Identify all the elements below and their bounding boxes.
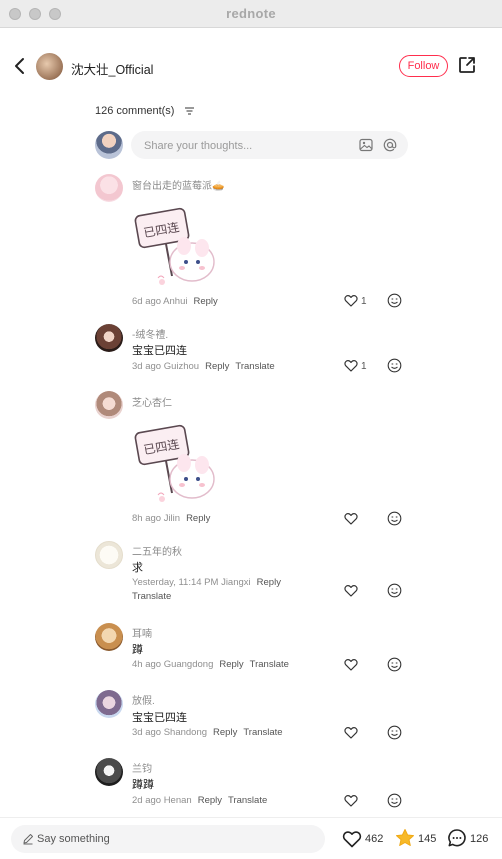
commenter-name[interactable]: 放假. <box>132 692 155 707</box>
bottom-divider <box>0 817 502 818</box>
translate-button[interactable]: Translate <box>228 795 267 806</box>
emoji-react-icon[interactable] <box>387 793 402 808</box>
commenter-avatar[interactable] <box>95 690 123 718</box>
like-heart-icon[interactable] <box>342 829 362 848</box>
heart-icon[interactable] <box>344 794 358 807</box>
translate-button[interactable]: Translate <box>132 591 171 602</box>
heart-icon[interactable] <box>344 294 358 307</box>
commenter-avatar[interactable] <box>95 623 123 651</box>
window-title: rednote <box>226 6 276 21</box>
current-user-avatar <box>95 131 123 159</box>
emoji-react-icon[interactable] <box>387 725 402 740</box>
commenter-name[interactable]: 耳喃 <box>132 625 152 640</box>
emoji-react-icon[interactable] <box>387 657 402 672</box>
star-icon[interactable] <box>395 828 415 848</box>
like-count: 1 <box>361 361 367 372</box>
translate-button[interactable]: Translate <box>235 361 274 372</box>
comment-meta: 4h ago Guangdong Reply Translate <box>132 659 289 670</box>
reply-button[interactable]: Reply <box>205 361 229 372</box>
comment-text: 求 <box>132 562 143 574</box>
share-icon[interactable] <box>458 56 476 74</box>
comment-meta: 6d ago Anhui Reply <box>132 296 218 307</box>
window-titlebar: rednote <box>0 0 502 28</box>
comment-meta: Yesterday, 11:14 PM Jiangxi Reply <box>132 577 281 588</box>
commenter-avatar[interactable] <box>95 174 123 202</box>
reply-button[interactable]: Reply <box>219 659 243 670</box>
heart-icon[interactable] <box>344 584 358 597</box>
commenter-name[interactable]: 兰钧 <box>132 760 152 775</box>
say-something-placeholder: Say something <box>37 833 110 845</box>
translate-button[interactable]: Translate <box>250 659 289 670</box>
comment-text: 宝宝已四连 <box>132 712 187 724</box>
comment-count: 126 comment(s) <box>95 105 175 117</box>
like-count: 1 <box>361 296 367 307</box>
post-comment-count: 126 <box>470 833 489 845</box>
comment-meta: 3d ago Guizhou Reply Translate <box>132 361 275 372</box>
author-avatar[interactable] <box>36 53 63 80</box>
post-favorite-count: 145 <box>418 833 437 845</box>
comment-meta: 3d ago Shandong Reply Translate <box>132 727 283 738</box>
sticker-image: 已四连 <box>134 207 215 285</box>
reply-button[interactable]: Reply <box>193 296 217 307</box>
back-arrow-icon[interactable] <box>11 56 29 76</box>
image-icon[interactable] <box>359 138 373 152</box>
pencil-icon <box>23 834 33 845</box>
sticker-image: 已四连 <box>134 424 215 502</box>
emoji-react-icon[interactable] <box>387 583 402 598</box>
commenter-avatar[interactable] <box>95 758 123 786</box>
sort-icon[interactable] <box>185 107 194 115</box>
emoji-react-icon[interactable] <box>387 293 402 308</box>
commenter-name[interactable]: 窗台出走的蓝莓派🥧 <box>132 177 224 192</box>
reply-button[interactable]: Reply <box>213 727 237 738</box>
reply-button[interactable]: Reply <box>186 513 210 524</box>
commenter-avatar[interactable] <box>95 391 123 419</box>
follow-button[interactable]: Follow <box>399 55 448 77</box>
reply-button[interactable]: Reply <box>198 795 222 806</box>
commenter-avatar[interactable] <box>95 541 123 569</box>
post-like-count: 462 <box>365 833 384 845</box>
emoji-react-icon[interactable] <box>387 511 402 526</box>
comment-meta: 8h ago Jilin Reply <box>132 513 211 524</box>
comment-input-placeholder: Share your thoughts... <box>144 140 253 152</box>
commenter-name[interactable]: -绒冬禮. <box>132 326 168 341</box>
commenter-name[interactable]: 二五年的秋 <box>132 543 182 558</box>
emoji-react-icon[interactable] <box>387 358 402 373</box>
author-name[interactable]: 沈大壮_Official <box>71 59 153 78</box>
comment-text: 宝宝已四连 <box>132 345 187 357</box>
comment-bubble-icon[interactable] <box>447 828 467 848</box>
comment-text: 蹲蹲 <box>132 779 154 791</box>
comment-text: 蹲 <box>132 644 143 656</box>
heart-icon[interactable] <box>344 658 358 671</box>
comment-meta: 2d ago Henan Reply Translate <box>132 795 268 806</box>
reply-button[interactable]: Reply <box>257 577 281 588</box>
heart-icon[interactable] <box>344 512 358 525</box>
heart-icon[interactable] <box>344 726 358 739</box>
heart-icon[interactable] <box>344 359 358 372</box>
commenter-avatar[interactable] <box>95 324 123 352</box>
mention-icon[interactable] <box>383 138 397 152</box>
translate-button[interactable]: Translate <box>243 727 282 738</box>
commenter-name[interactable]: 芝心杏仁 <box>132 394 172 409</box>
